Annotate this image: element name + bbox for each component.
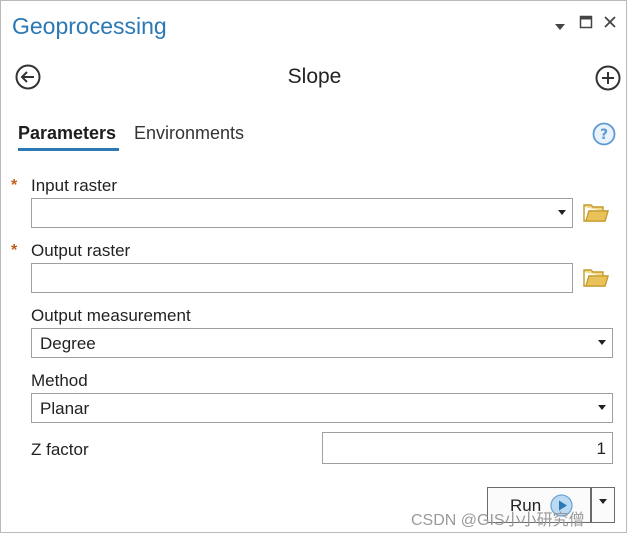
maximize-button[interactable] <box>579 15 593 29</box>
question-circle-icon: ? <box>592 122 616 146</box>
plus-circle-icon <box>595 65 621 91</box>
tab-environments[interactable]: Environments <box>134 123 244 144</box>
output-measurement-label: Output measurement <box>31 306 191 325</box>
input-raster-field[interactable] <box>31 198 573 228</box>
output-raster-field[interactable] <box>31 263 573 293</box>
required-marker: * <box>11 242 18 259</box>
chevron-down-icon[interactable] <box>558 210 566 215</box>
tab-parameters[interactable]: Parameters <box>18 123 116 144</box>
pane-title: Geoprocessing <box>12 13 167 39</box>
method-label: Method <box>31 371 88 390</box>
output-measurement-select[interactable]: Degree <box>31 328 613 358</box>
input-raster-label: Input raster <box>31 176 117 195</box>
chevron-down-icon[interactable] <box>598 405 606 410</box>
add-button[interactable] <box>595 65 621 91</box>
geoprocessing-pane: Geoprocessing Slope Parameters Environme… <box>0 0 627 533</box>
run-options-button[interactable] <box>591 487 615 523</box>
watermark: CSDN @GIS小小研究僧 <box>411 512 585 529</box>
method-value: Planar <box>40 399 90 418</box>
chevron-down-icon[interactable] <box>598 340 606 345</box>
chevron-down-icon <box>555 24 565 30</box>
output-raster-label: Output raster <box>31 241 131 260</box>
output-measurement-value: Degree <box>40 334 96 353</box>
z-factor-label: Z factor <box>31 440 89 459</box>
z-factor-value: 1 <box>596 439 606 458</box>
required-marker: * <box>11 177 18 194</box>
tab-active-underline <box>18 148 119 151</box>
help-button[interactable]: ? <box>592 122 616 146</box>
close-button[interactable] <box>602 14 618 30</box>
tool-title: Slope <box>287 65 342 88</box>
maximize-icon <box>579 15 593 29</box>
method-select[interactable]: Planar <box>31 393 613 423</box>
pane-menu-button[interactable] <box>553 19 567 30</box>
folder-icon <box>583 269 609 287</box>
close-icon <box>604 16 616 28</box>
chevron-down-icon <box>599 499 607 504</box>
svg-text:?: ? <box>600 127 608 143</box>
folder-icon <box>583 204 609 222</box>
z-factor-input[interactable]: 1 <box>322 432 613 464</box>
output-raster-browse-button[interactable] <box>583 268 609 288</box>
input-raster-browse-button[interactable] <box>583 203 609 223</box>
